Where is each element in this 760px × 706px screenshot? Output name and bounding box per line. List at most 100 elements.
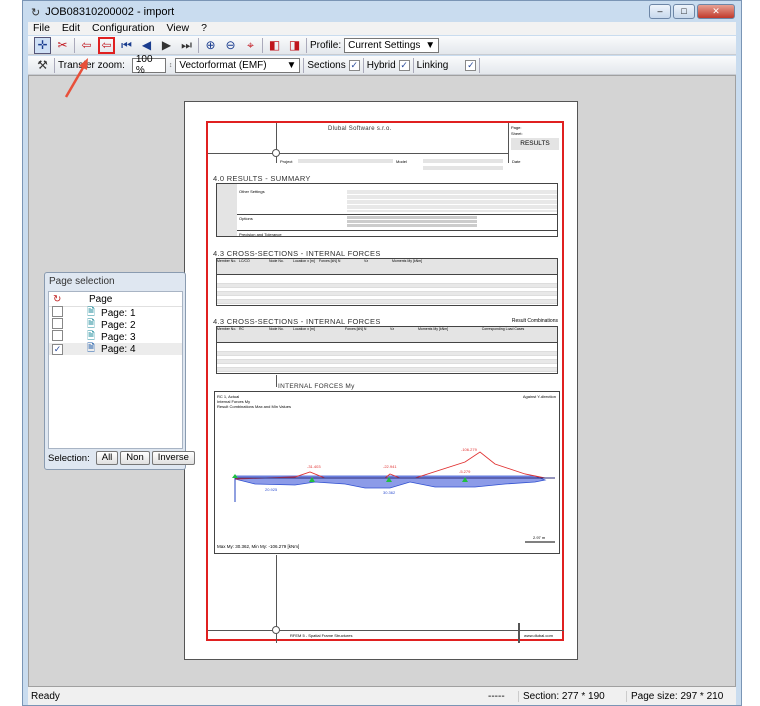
column-header: Member No.	[217, 259, 237, 263]
select-none-button[interactable]: Non	[120, 451, 150, 465]
page-preview: Dlubal Software s.r.o. Page: Sheet: RESU…	[184, 101, 578, 660]
import-button[interactable]: ⇦	[78, 37, 95, 54]
previous-page-button[interactable]: ◀	[138, 37, 155, 54]
page-checkbox[interactable]	[52, 330, 63, 341]
sheet-label: Sheet:	[511, 131, 523, 136]
fit-page-button[interactable]: ✛	[34, 36, 51, 54]
summary-table: Other Settings Options Precision and Tol…	[216, 183, 558, 237]
hybrid-checkbox[interactable]: ✓	[398, 59, 410, 71]
column-header: Node No.	[269, 259, 284, 263]
profile-label: Profile:	[310, 39, 342, 51]
column-header: Moments My [kNm]	[392, 259, 423, 263]
select-inverse-button[interactable]: Inverse	[151, 451, 195, 465]
menu-help[interactable]: ?	[201, 22, 207, 35]
section-heading: 4.3 CROSS-SECTIONS - INTERNAL FORCES	[213, 249, 381, 258]
window-title: JOB08310200002 - import	[45, 6, 175, 18]
cut-button[interactable]: ✂	[54, 37, 71, 54]
transfer-zoom-label: Transfer zoom:	[58, 59, 125, 71]
format-value: Vectorformat (EMF)	[179, 59, 267, 71]
column-header: Node No.	[269, 327, 284, 331]
title-bar: ↻ JOB08310200002 - import – □ ✕	[23, 1, 741, 23]
column-header: RC	[239, 327, 245, 331]
menu-view[interactable]: View	[166, 22, 189, 35]
profile-select[interactable]: Current Settings ▼	[344, 37, 440, 53]
page-label: Page: 2	[101, 319, 136, 331]
page-list: ↻ Page 🗎 Page: 1 🗎 Page: 2 🗎 Page: 3 ✓ 🗎 Page:…	[48, 291, 183, 449]
result-combinations-label: Result Combinations	[511, 318, 558, 324]
selection-label: Selection:	[48, 452, 90, 464]
linking-checkbox[interactable]: ✓	[465, 59, 477, 71]
menu-edit[interactable]: Edit	[62, 22, 80, 35]
column-header: LC/CO	[239, 259, 250, 263]
panel-title: Page selection	[49, 276, 115, 287]
column-header: Moments My [kNm]	[418, 327, 449, 331]
format-select[interactable]: Vectorformat (EMF) ▼	[175, 57, 301, 73]
column-header: Corresponding Load Cases	[481, 327, 525, 331]
menu-file[interactable]: File	[33, 22, 50, 35]
menu-configuration[interactable]: Configuration	[92, 22, 154, 35]
footer-left: RFEM 5 - Spatial Frame Structures	[290, 633, 353, 638]
last-page-button[interactable]: ⏭	[178, 37, 195, 54]
zoom-spinner[interactable]: ↕	[169, 62, 173, 69]
zoom-out-icon[interactable]: ⊖	[222, 37, 239, 54]
moment-label: 30.362	[383, 490, 396, 495]
select-all-button[interactable]: All	[95, 451, 119, 465]
hybrid-label: Hybrid	[366, 59, 396, 71]
preview-area: Dlubal Software s.r.o. Page: Sheet: RESU…	[28, 75, 736, 687]
chevron-down-icon: ▼	[286, 59, 297, 71]
sections-label: Sections	[307, 59, 346, 71]
section-heading: 4.0 RESULTS - SUMMARY	[213, 174, 311, 183]
column-header: Vz	[390, 327, 395, 331]
list-item[interactable]: 🗎 Page: 3	[49, 330, 182, 343]
column-header: Location x [m]	[293, 259, 315, 263]
section-heading: INTERNAL FORCES My	[278, 383, 355, 390]
company-name: Dlubal Software s.r.o.	[328, 126, 392, 132]
page-label: Page: 4	[101, 343, 136, 355]
minimize-button[interactable]: –	[649, 4, 671, 19]
status-text: Ready	[31, 690, 60, 702]
summary-group: Precision and Tolerance	[239, 232, 282, 237]
linking-label: Linking	[416, 59, 449, 71]
refresh-icon[interactable]: ↻	[49, 294, 89, 305]
status-dashes: -----	[488, 690, 505, 702]
sections-checkbox[interactable]: ✓	[348, 59, 360, 71]
page-checkbox[interactable]: ✓	[52, 343, 63, 355]
moment-label: -5.279	[459, 469, 471, 474]
page-checkbox[interactable]	[52, 306, 63, 317]
diagram-footer: Max My: 30.362, Min My: -106.279 [kNm]	[217, 544, 300, 549]
moment-label: -31.403	[307, 464, 321, 469]
first-page-button[interactable]: ⏮	[118, 37, 135, 54]
menu-bar: File Edit Configuration View ?	[28, 22, 736, 35]
maximize-button[interactable]: □	[673, 4, 695, 19]
column-header: Vz	[364, 259, 369, 263]
moment-label: -106.279	[461, 447, 477, 452]
result-combination-table: Member No. RC Node No. Location x [m] Forces…	[216, 326, 558, 374]
rotate-right-button[interactable]: ◨	[286, 37, 303, 54]
rotate-left-button[interactable]: ◧	[266, 37, 283, 54]
zoom-in-icon[interactable]: ⊕	[202, 37, 219, 54]
section-heading: 4.3 CROSS-SECTIONS - INTERNAL FORCES	[213, 317, 381, 326]
profile-value: Current Settings	[348, 39, 421, 51]
import-all-button[interactable]: ⇦	[98, 36, 115, 54]
moment-diagram: RC 1, Actual Internal Forces My Result C…	[214, 391, 560, 554]
column-header: Forces [kN] N	[319, 259, 341, 263]
status-bar: Ready ----- Section: 277 * 190 Page size…	[28, 687, 736, 705]
page-checkbox[interactable]	[52, 318, 63, 329]
list-item[interactable]: ✓ 🗎 Page: 4	[49, 343, 182, 355]
page-selection-panel: Page selection ↻ Page 🗎 Page: 1 🗎 Page: 2 🗎…	[44, 272, 195, 470]
date-label: Date	[512, 159, 521, 164]
internal-forces-table: Member No. LC/CO Node No. Location x [m] For…	[216, 258, 558, 306]
summary-group: Options	[239, 216, 253, 221]
zoom-input[interactable]: 100 %	[131, 54, 166, 76]
next-page-button[interactable]: ▶	[158, 37, 175, 54]
zoom-window-icon[interactable]: ⌖	[242, 37, 259, 54]
close-button[interactable]: ✕	[697, 4, 735, 19]
footer-right: www.dlubal.com	[524, 633, 553, 638]
page-icon: 🗎	[87, 342, 96, 354]
section-size: Section: 277 * 190	[518, 690, 626, 702]
print-section-frame: Dlubal Software s.r.o. Page: Sheet: RESU…	[206, 121, 564, 643]
tools-icon[interactable]: ⚒	[34, 57, 51, 74]
results-stamp: RESULTS	[511, 138, 559, 150]
model-label: Model	[396, 159, 407, 164]
summary-group: Other Settings	[239, 189, 265, 194]
